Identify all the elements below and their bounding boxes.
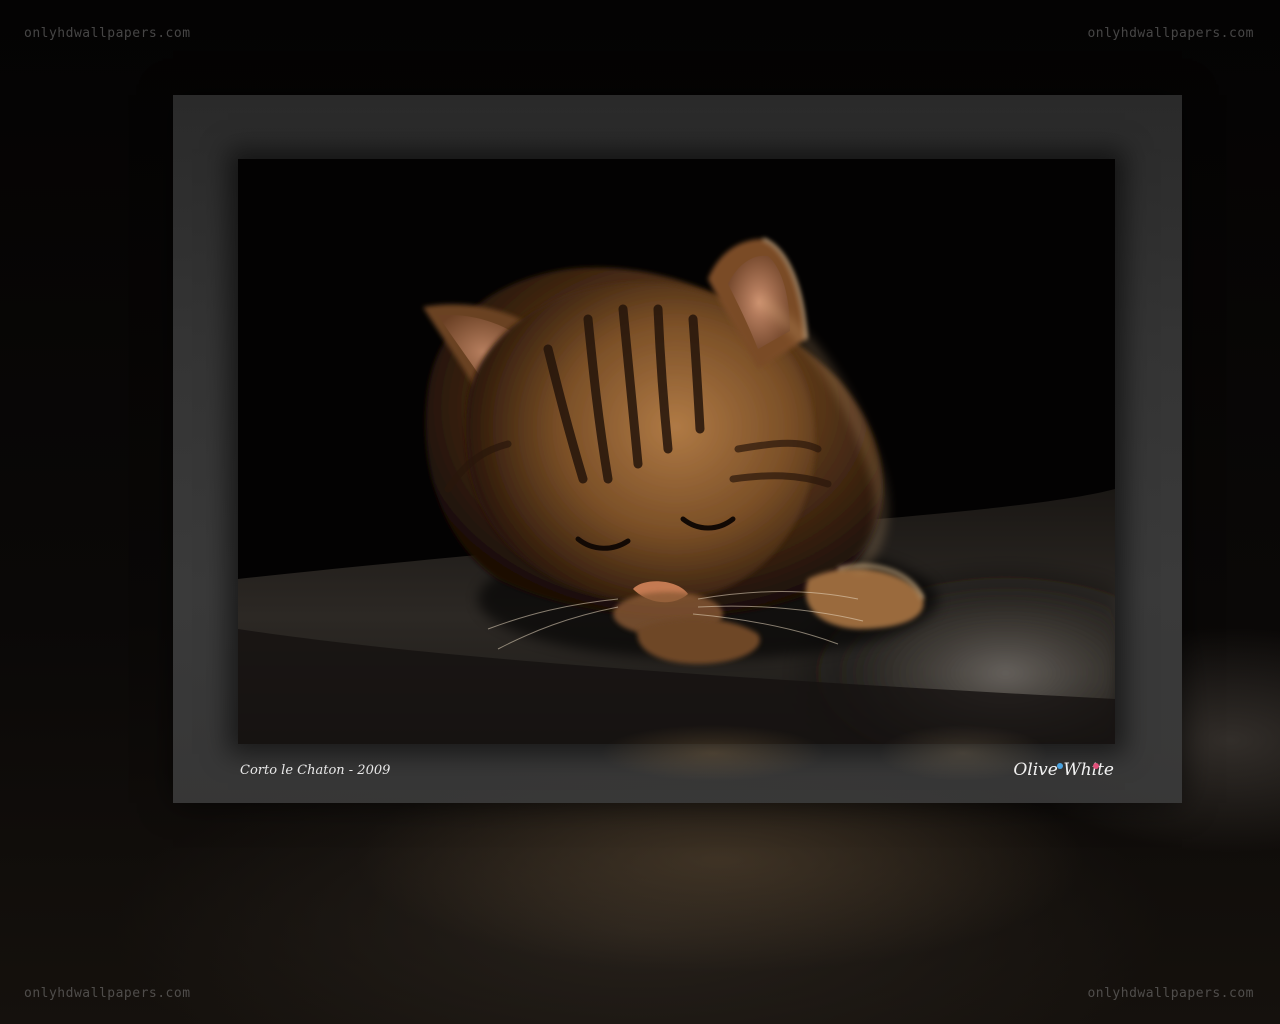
watermark-bottom-left: onlyhdwallpapers.com: [24, 986, 191, 1001]
watermark-top-left: onlyhdwallpapers.com: [24, 26, 191, 41]
watermark-top-right: onlyhdwallpapers.com: [1087, 26, 1254, 41]
photo-frame: Corto le Chaton - 2009 Olive White: [173, 95, 1182, 803]
photo-title-caption: Corto le Chaton - 2009: [240, 763, 391, 778]
signature-dot-blue-icon: [1057, 763, 1063, 769]
photographer-signature: Olive White: [1013, 760, 1114, 780]
kitten-photo: [238, 159, 1115, 744]
signature-dot-pink-icon: [1093, 763, 1099, 769]
wallpaper-canvas: onlyhdwallpapers.com onlyhdwallpapers.co…: [0, 0, 1280, 1024]
watermark-bottom-right: onlyhdwallpapers.com: [1087, 986, 1254, 1001]
kitten-illustration: [238, 159, 1115, 744]
